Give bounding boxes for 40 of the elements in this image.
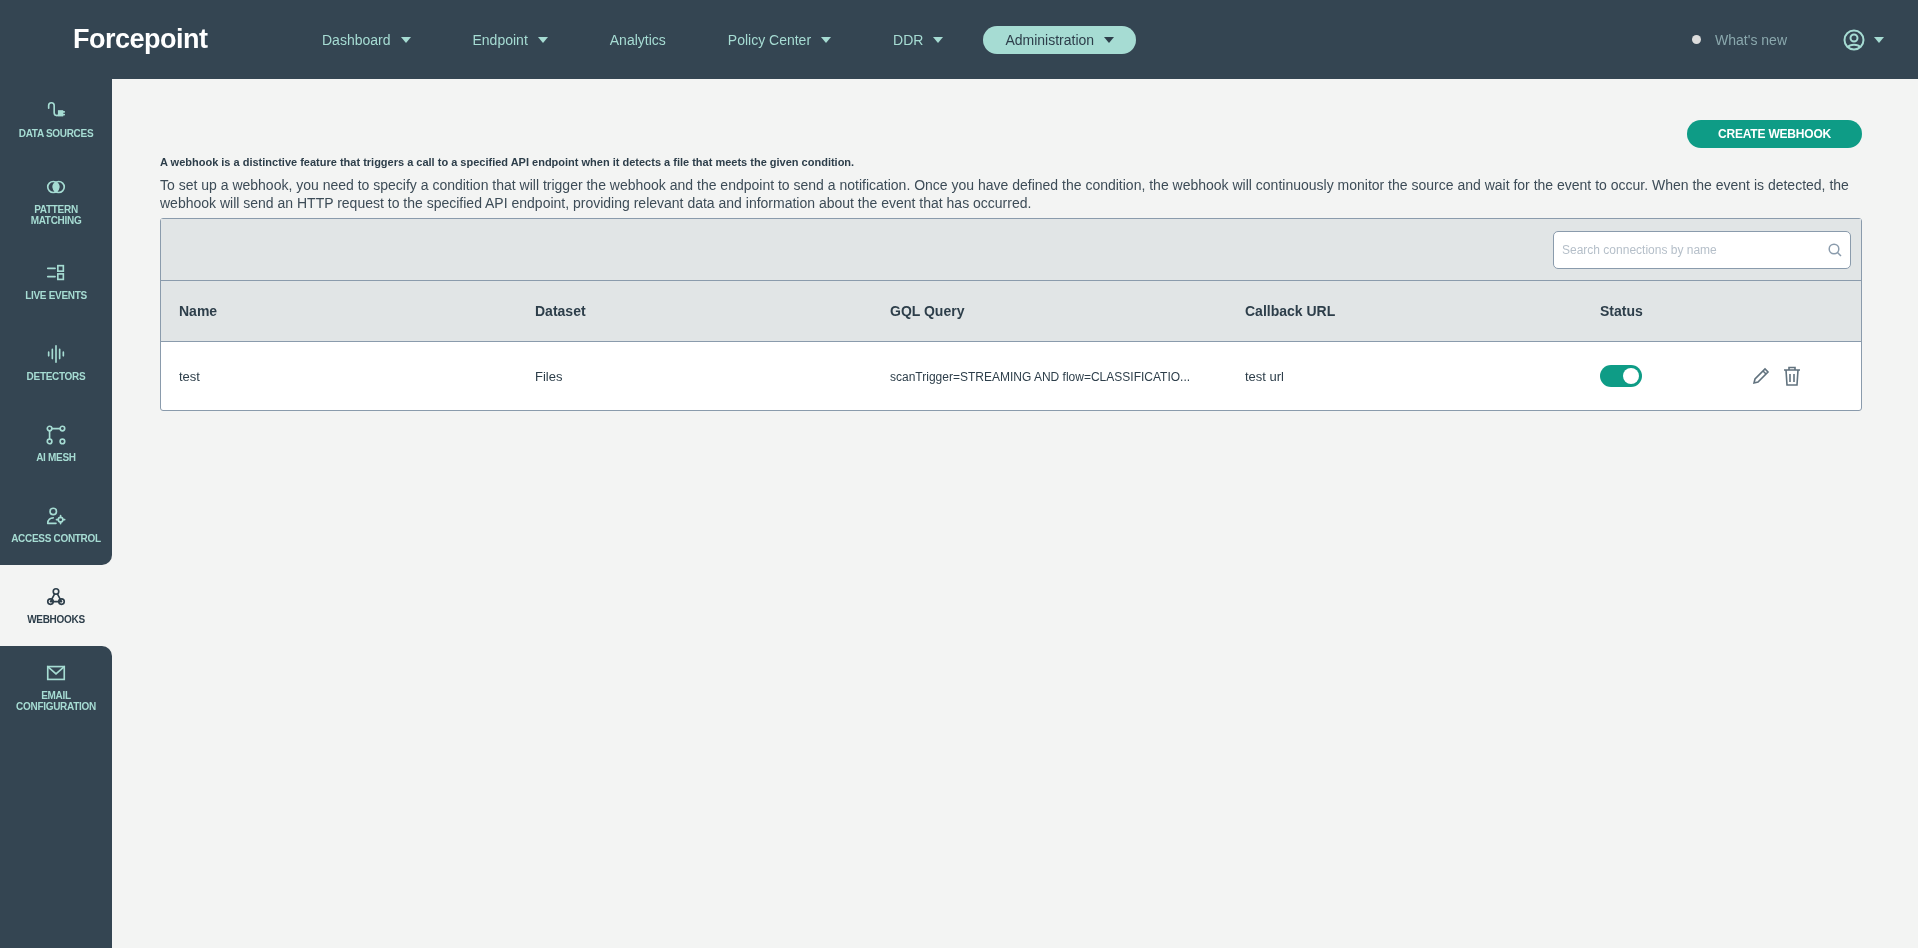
nav-menu-item[interactable]: Dashboard: [300, 25, 433, 54]
node-graph-icon: [45, 424, 67, 446]
nav-menu-item[interactable]: DDR: [871, 25, 966, 54]
user-gear-icon: [45, 505, 67, 527]
table-cell: test: [179, 368, 200, 384]
user-menu[interactable]: [1843, 28, 1884, 51]
sidebar-item[interactable]: AI MESH: [0, 403, 112, 484]
table-cell: Files: [535, 368, 563, 384]
table-cell: test url: [1245, 368, 1284, 384]
nav-menu-item[interactable]: Analytics: [587, 25, 688, 54]
column-header: Dataset: [535, 303, 586, 319]
whats-new-link[interactable]: What's new: [1715, 31, 1787, 48]
caret-icon: [1874, 36, 1884, 43]
pencil-icon[interactable]: [1751, 366, 1771, 386]
column-header: GQL Query: [890, 303, 965, 319]
column-header: Name: [179, 303, 218, 319]
table-cell: scanTrigger=STREAMING AND flow=CLASSIFICATIO...: [890, 369, 1191, 384]
sidebar-item[interactable]: DATA SOURCES: [0, 79, 112, 160]
column-header: Status: [1600, 303, 1643, 319]
sidebar-item[interactable]: PATTERN MATCHING: [0, 160, 112, 241]
logo: Forcepoint: [73, 24, 209, 55]
create-webhook-button[interactable]: CREATE WEBHOOK: [1687, 120, 1862, 148]
nav-menu-item[interactable]: Endpoint: [450, 25, 570, 54]
dot-icon: [1692, 35, 1702, 44]
sidebar-item[interactable]: LIVE EVENTS: [0, 241, 112, 322]
description-text: To set up a webhook, you need to specify a condition that will trigger the webhook and the endpoint to send a notification. Once you have defined the condition, the webhook will continuously monitor the source and wait for the event to occur. When the event is detected, the webhook will send an HTTP request to the specified API endpoint, providing relevant data and information about the event that has occurred.: [160, 176, 1850, 212]
intro-text: A webhook is a distinctive feature that triggers a call to a specified API endpoint when it detects a file that meets the given condition.: [160, 156, 856, 168]
column-header: Callback URL: [1245, 303, 1336, 319]
webhook-icon: [45, 586, 67, 608]
sound-wave-icon: [45, 343, 67, 365]
sidebar-item[interactable]: EMAIL CONFIGURATION: [0, 646, 112, 948]
trash-icon[interactable]: [1783, 366, 1801, 386]
nav-menu-item[interactable]: Policy Center: [705, 25, 854, 54]
search-icon: [1828, 242, 1842, 257]
sidebar-item[interactable]: ACCESS CONTROL: [0, 484, 112, 565]
sidebar-item[interactable]: DETECTORS: [0, 322, 112, 403]
user-icon: [1843, 28, 1865, 51]
status-toggle[interactable]: [1600, 365, 1642, 387]
search-field[interactable]: Search connections by name: [1553, 230, 1851, 269]
nav-menu-item[interactable]: Administration: [983, 25, 1137, 54]
